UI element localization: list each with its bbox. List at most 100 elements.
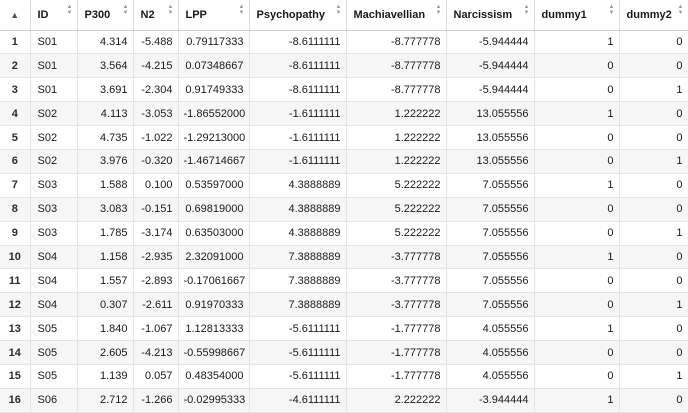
table-row: 2 S01 3.564 -4.215 0.07348667 -8.6111111 -8.77… [0,53,688,79]
sort-arrows-icon[interactable]: ▲ ▼ [123,4,129,16]
data-viewer: ▲ ID ▲ ▼ P300 ▲ ▼ N2 ▲ ▼ LPP ▲ ▼ Psychopathy ▲ ▼ Machiav… [0,0,688,413]
table-cell: 1 [534,388,620,413]
table-cell: 1.222222 [346,125,447,150]
table-cell: 0.307 [77,292,134,318]
row-number: 16 [0,388,31,413]
table-cell: 5.222222 [346,221,447,246]
column-header[interactable]: LPP ▲ ▼ [178,0,250,31]
table-cell: S05 [30,340,78,365]
table-cell: 0.53597000 [178,173,250,198]
row-number: 13 [0,316,31,342]
table-row: 5 S02 4.735 -1.022 -1.29213000 -1.6111111 1.22… [0,125,688,150]
table-cell: -0.17061667 [178,268,250,294]
table-cell: 0.100 [133,173,179,198]
column-header-label: ID [37,8,49,21]
table-cell: 2.605 [77,340,134,365]
column-header[interactable]: dummy2 ▲ ▼ [619,0,688,31]
table-cell: 4.3888889 [249,197,347,222]
table-cell: S02 [30,149,78,174]
table-cell: 0 [619,101,688,127]
column-header[interactable]: Machiavellian ▲ ▼ [346,0,447,31]
table-cell: -0.151 [133,197,179,222]
table-cell: 7.055556 [446,292,535,318]
table-cell: 0 [619,53,688,79]
sort-arrows-icon[interactable]: ▲ ▼ [609,4,615,16]
column-header[interactable]: N2 ▲ ▼ [133,0,179,31]
table-cell: 0 [619,197,688,222]
table-cell: -1.266 [133,388,179,413]
sort-arrows-icon[interactable]: ▲ ▼ [524,4,530,16]
table-cell: 0.48354000 [178,364,250,389]
table-cell: -5.944444 [446,77,535,103]
sort-triangle-icon: ▲ [10,10,20,21]
sort-arrows-icon[interactable]: ▲ ▼ [436,4,442,16]
table-cell: 0 [534,268,620,294]
table-cell: -2.304 [133,77,179,103]
table-cell: -5.944444 [446,53,535,79]
table-cell: 2.32091000 [178,245,250,270]
table-cell: -5.944444 [446,30,535,55]
table-cell: 0 [619,30,688,55]
table-cell: 7.055556 [446,173,535,198]
table-cell: S02 [30,101,78,127]
sort-arrows-icon[interactable]: ▲ ▼ [67,4,73,16]
table-cell: 7.055556 [446,268,535,294]
table-cell: -4.213 [133,340,179,365]
row-number: 6 [0,149,31,174]
row-number: 1 [0,30,31,55]
table-row: 7 S03 1.588 0.100 0.53597000 4.3888889 5.22222… [0,173,688,198]
sort-arrows-icon[interactable]: ▲ ▼ [168,4,174,16]
table-cell: -8.6111111 [249,77,347,103]
column-header[interactable]: ID ▲ ▼ [30,0,78,31]
table-cell: S05 [30,364,78,389]
table-cell: 3.976 [77,149,134,174]
table-cell: 1.557 [77,268,134,294]
table-cell: -1.777778 [346,316,447,342]
table-row: 6 S02 3.976 -0.320 -1.46714667 -1.6111111 1.22… [0,149,688,174]
table-row: 1 S01 4.314 -5.488 0.79117333 -8.6111111 -8.77… [0,30,688,55]
table-cell: S02 [30,125,78,150]
table-cell: 7.055556 [446,245,535,270]
column-header[interactable]: P300 ▲ ▼ [77,0,134,31]
table-cell: 0.69819000 [178,197,250,222]
data-table: ▲ ID ▲ ▼ P300 ▲ ▼ N2 ▲ ▼ LPP ▲ ▼ Psychopathy ▲ ▼ Machiav… [0,0,688,413]
table-cell: -3.944444 [446,388,535,413]
column-header[interactable]: Narcissism ▲ ▼ [446,0,535,31]
table-cell: 0 [534,77,620,103]
table-cell: 3.083 [77,197,134,222]
table-row: 16 S06 2.712 -1.266 -0.02995333 -4.6111111 2.2… [0,388,688,413]
table-cell: -1.46714667 [178,149,250,174]
column-header[interactable]: Psychopathy ▲ ▼ [249,0,347,31]
row-number: 4 [0,101,31,127]
table-cell: 0.07348667 [178,53,250,79]
table-body: 1 S01 4.314 -5.488 0.79117333 -8.6111111 -8.77… [0,30,688,413]
row-number: 12 [0,292,31,318]
table-cell: -8.777778 [346,53,447,79]
table-cell: -3.777778 [346,245,447,270]
table-cell: -1.29213000 [178,125,250,150]
table-row: 3 S01 3.691 -2.304 0.91749333 -8.6111111 -8.77… [0,77,688,103]
table-cell: 5.222222 [346,197,447,222]
column-header-label: P300 [84,8,111,21]
row-number-header[interactable]: ▲ [0,0,31,31]
table-cell: 1 [534,101,620,127]
sort-arrows-icon[interactable]: ▲ ▼ [678,4,684,16]
table-cell: 4.314 [77,30,134,55]
table-cell: 1 [534,316,620,342]
table-cell: 1.222222 [346,149,447,174]
table-row: 9 S03 1.785 -3.174 0.63503000 4.3888889 5.2222… [0,221,688,246]
table-cell: -8.6111111 [249,53,347,79]
table-cell: -1.022 [133,125,179,150]
table-cell: -1.6111111 [249,149,347,174]
column-header[interactable]: dummy1 ▲ ▼ [534,0,620,31]
table-cell: 0 [619,268,688,294]
row-number: 5 [0,125,31,150]
table-cell: 13.055556 [446,149,535,174]
table-cell: 2.222222 [346,388,447,413]
table-cell: -8.777778 [346,30,447,55]
sort-arrows-icon[interactable]: ▲ ▼ [239,4,245,16]
sort-arrows-icon[interactable]: ▲ ▼ [336,4,342,16]
table-cell: 1.222222 [346,101,447,127]
table-cell: S03 [30,173,78,198]
table-cell: 4.3888889 [249,221,347,246]
